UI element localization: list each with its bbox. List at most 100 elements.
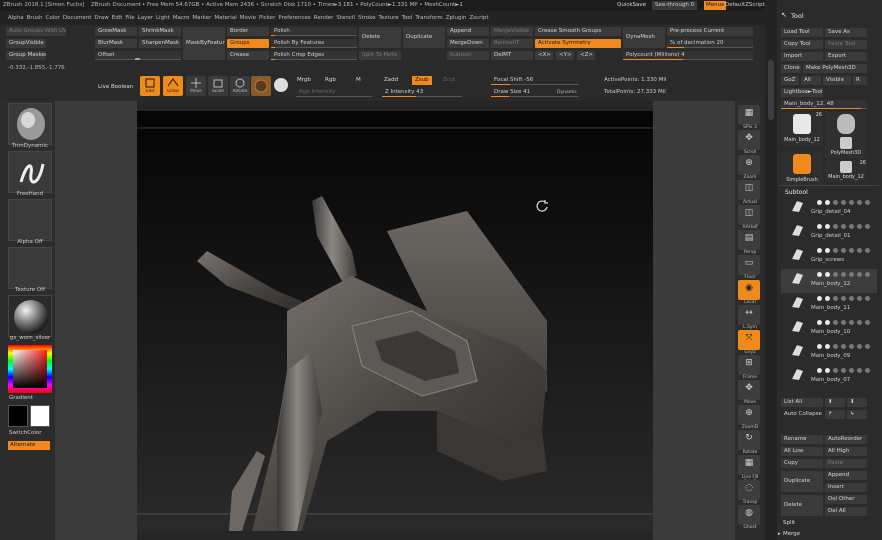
delete-subtool-button[interactable]: Delete bbox=[781, 495, 823, 516]
split-section[interactable]: Split bbox=[783, 520, 795, 526]
nav-gxyz-button[interactable]: ⤧ bbox=[738, 330, 760, 350]
del-other-button[interactable]: Del Other bbox=[825, 495, 867, 504]
subtool-control-icon[interactable] bbox=[841, 224, 846, 229]
menu-color[interactable]: Color bbox=[46, 11, 60, 25]
decimation-slider[interactable]: % of decimation 20 bbox=[667, 39, 753, 48]
draw-mode-button[interactable]: Draw bbox=[163, 76, 183, 96]
rgb-intensity-slider[interactable]: Rgb Intensity bbox=[296, 88, 372, 97]
subtool-control-icon[interactable] bbox=[825, 272, 830, 277]
subtool-control-icon[interactable] bbox=[833, 368, 838, 373]
subtool-switch-button[interactable]: Subtool bbox=[447, 51, 489, 60]
subtool-control-icon[interactable] bbox=[833, 272, 838, 277]
menu-zscript[interactable]: Zscript bbox=[469, 11, 488, 25]
subtool-control-icon[interactable] bbox=[833, 320, 838, 325]
zsub-button[interactable]: Zsub bbox=[412, 76, 432, 85]
group-visible-button[interactable]: GroupVisible bbox=[6, 39, 46, 48]
menu-document[interactable]: Document bbox=[63, 11, 92, 25]
subtool-control-icon[interactable] bbox=[849, 296, 854, 301]
subtool-control-icon[interactable] bbox=[849, 272, 854, 277]
goz-button[interactable]: GoZ bbox=[781, 76, 799, 85]
subtool-row[interactable]: Main_body_11 bbox=[781, 293, 877, 317]
reorder-down-button[interactable]: ↳ bbox=[847, 410, 867, 419]
main-color-swatch[interactable] bbox=[30, 405, 50, 427]
stroke-selector[interactable] bbox=[8, 151, 52, 193]
menu-alpha[interactable]: Alpha bbox=[8, 11, 24, 25]
texture-selector[interactable] bbox=[8, 247, 52, 289]
subtool-control-icon[interactable] bbox=[849, 344, 854, 349]
auto-reorder-button[interactable]: AutoReorder bbox=[825, 435, 867, 444]
zcut-button[interactable]: Zcut bbox=[443, 77, 455, 83]
material-selector[interactable] bbox=[8, 295, 52, 337]
subtool-control-icon[interactable] bbox=[841, 248, 846, 253]
subtool-control-icon[interactable] bbox=[857, 224, 862, 229]
all-high-button[interactable]: All High bbox=[825, 447, 867, 456]
default-zscript-button[interactable]: DefaultZScript bbox=[725, 2, 765, 8]
draw-size-slider[interactable]: Draw Size 41 Dynamic bbox=[491, 88, 579, 97]
material-preview-button[interactable] bbox=[251, 76, 271, 96]
merge-down-button[interactable]: MergeDown bbox=[447, 39, 489, 48]
color-sphere-icon[interactable] bbox=[274, 78, 288, 92]
menu-tool[interactable]: Tool bbox=[402, 11, 413, 25]
group-masked-button[interactable]: Group Masked bbox=[6, 51, 46, 60]
subtool-control-icon[interactable] bbox=[833, 200, 838, 205]
duplicate-subtool-button[interactable]: Duplicate bbox=[781, 471, 823, 492]
subtool-control-icon[interactable] bbox=[857, 200, 862, 205]
polish-crisp-edges-slider[interactable]: Polish Crisp Edges bbox=[271, 51, 357, 60]
subtool-control-icon[interactable] bbox=[825, 224, 830, 229]
reorder-up-button[interactable]: ↱ bbox=[825, 410, 845, 419]
symmetry-z-button[interactable]: <Z> bbox=[577, 51, 595, 60]
subtool-control-icon[interactable] bbox=[865, 200, 870, 205]
symmetry-y-button[interactable]: <Y> bbox=[556, 51, 574, 60]
subtool-control-icon[interactable] bbox=[857, 368, 862, 373]
menu-transform[interactable]: Transform bbox=[415, 11, 442, 25]
subtool-control-icon[interactable] bbox=[825, 296, 830, 301]
symmetry-x-button[interactable]: <X> bbox=[535, 51, 553, 60]
menu-marker[interactable]: Marker bbox=[192, 11, 211, 25]
visibility-toggle-icon[interactable] bbox=[817, 248, 822, 253]
copy-tool-button[interactable]: Copy Tool bbox=[781, 40, 823, 49]
focal-shift-slider[interactable]: Focal Shift -56 bbox=[491, 76, 579, 85]
grow-mask-button[interactable]: GrowMask bbox=[95, 27, 137, 36]
delmt-button[interactable]: DelMT bbox=[491, 51, 533, 60]
nav-line-fill-polyf-button[interactable]: ▦ bbox=[738, 455, 760, 475]
subtool-control-icon[interactable] bbox=[825, 200, 830, 205]
subtool-control-icon[interactable] bbox=[841, 296, 846, 301]
subtool-control-icon[interactable] bbox=[841, 272, 846, 277]
nav-rotate-button[interactable]: ↻ bbox=[738, 430, 760, 450]
nav-frame-button[interactable]: ⊞ bbox=[738, 355, 760, 375]
polycount-millions-slider[interactable]: Polycount (Millions) 4 bbox=[623, 51, 753, 60]
visibility-toggle-icon[interactable] bbox=[817, 368, 822, 373]
menu-macro[interactable]: Macro bbox=[173, 11, 190, 25]
nav-l-sym-button[interactable]: ↔ bbox=[738, 305, 760, 325]
nav-scroll-button[interactable]: ✥ bbox=[738, 130, 760, 150]
split-to-parts-button[interactable]: Split To Parts bbox=[359, 51, 401, 60]
subtool-control-icon[interactable] bbox=[857, 320, 862, 325]
m-button[interactable]: M bbox=[356, 77, 361, 83]
subtool-control-icon[interactable] bbox=[857, 296, 862, 301]
secondary-color-swatch[interactable] bbox=[8, 405, 28, 427]
visibility-toggle-icon[interactable] bbox=[817, 344, 822, 349]
move-up-button[interactable]: ⬆ bbox=[825, 398, 845, 407]
alternate-button[interactable]: Alternate bbox=[8, 441, 50, 450]
subtool-control-icon[interactable] bbox=[857, 344, 862, 349]
sharpen-mask-button[interactable]: SharpenMask bbox=[139, 39, 181, 48]
current-tool-slider[interactable]: Main_body_12. 48 bbox=[781, 100, 867, 109]
nav-local-button[interactable]: ◉ bbox=[738, 280, 760, 300]
subtool-control-icon[interactable] bbox=[841, 200, 846, 205]
subtool-control-icon[interactable] bbox=[841, 320, 846, 325]
nav-persp-button[interactable]: ▤ bbox=[738, 230, 760, 250]
subtool-row[interactable]: Grip_detail_04 bbox=[781, 197, 877, 221]
blur-mask-button[interactable]: BlurMask bbox=[95, 39, 137, 48]
subtool-control-icon[interactable] bbox=[865, 248, 870, 253]
subtool-control-icon[interactable] bbox=[833, 344, 838, 349]
auto-collapse-button[interactable]: Auto Collapse bbox=[781, 410, 823, 419]
list-all-button[interactable]: List All bbox=[781, 398, 823, 407]
move-mode-button[interactable]: Move bbox=[186, 76, 206, 96]
all-low-button[interactable]: All Low bbox=[781, 447, 823, 456]
make-polymesh-button[interactable]: Make PolyMesh3D bbox=[803, 64, 867, 73]
polish-by-features-slider[interactable]: Polish By Features bbox=[271, 39, 357, 48]
subtool-row[interactable]: Main_body_09 bbox=[781, 341, 877, 365]
nav-ghost-button[interactable]: ◍ bbox=[738, 505, 760, 525]
goz-r-button[interactable]: R bbox=[853, 76, 867, 85]
menus-toggle[interactable]: Menus bbox=[704, 1, 726, 10]
